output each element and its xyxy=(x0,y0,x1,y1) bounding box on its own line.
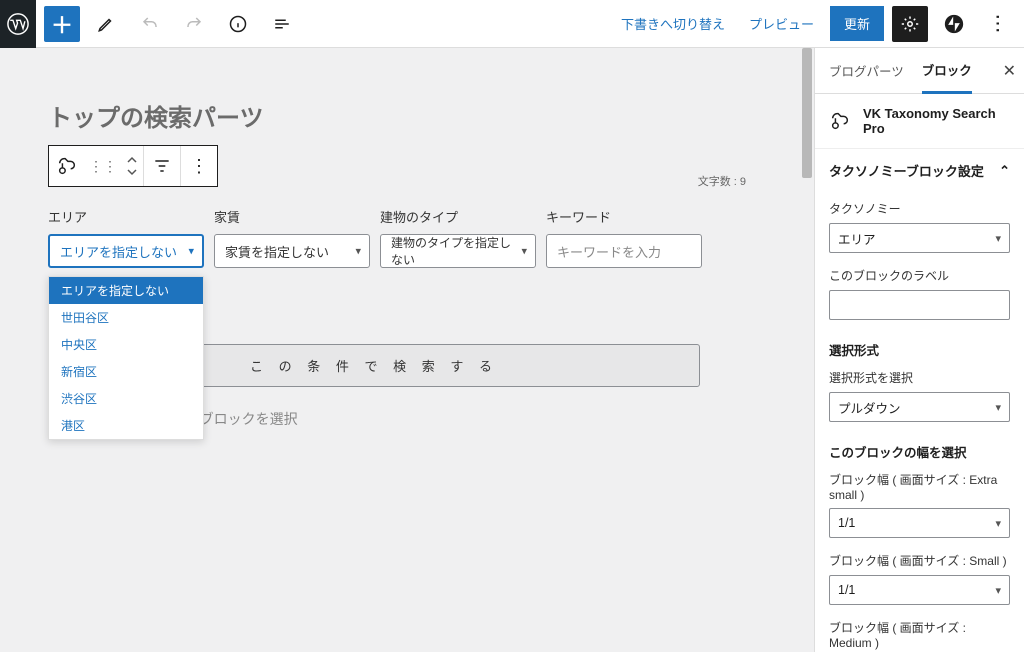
rent-select[interactable]: 家賃を指定しない ▾ xyxy=(214,234,370,268)
top-toolbar: ＋ 下書きへ切り替え プレビュー 更新 ⋯ xyxy=(0,0,1024,48)
redo-button[interactable] xyxy=(176,6,212,42)
tab-block[interactable]: ブロック xyxy=(922,48,972,94)
block-type-button[interactable] xyxy=(49,146,85,186)
taxonomy-select[interactable]: エリア ▾ xyxy=(829,223,1010,253)
block-toolbar: ⋮⋮ ⋮ xyxy=(48,145,218,187)
wordpress-logo[interactable] xyxy=(0,0,36,48)
type-label: 建物のタイプ xyxy=(380,207,536,226)
drag-handle[interactable]: ⋮⋮ xyxy=(85,146,121,186)
area-option[interactable]: 世田谷区 xyxy=(49,304,203,331)
gear-icon xyxy=(901,15,919,33)
width-xs-label: ブロック幅 ( 画面サイズ : Extra small ) xyxy=(829,471,1010,502)
taxonomy-select-value: エリア xyxy=(838,229,876,248)
type-select[interactable]: 建物のタイプを指定しない ▾ xyxy=(380,234,536,268)
pencil-icon xyxy=(97,15,115,33)
width-xs-value: 1/1 xyxy=(838,516,855,530)
select-style-select[interactable]: プルダウン ▾ xyxy=(829,392,1010,422)
kebab-icon: ⋮ xyxy=(190,156,208,177)
width-sm-select[interactable]: 1/1 ▾ xyxy=(829,575,1010,605)
kebab-icon: ⋯ xyxy=(986,14,1011,34)
block-label-label: このブロックのラベル xyxy=(829,267,1010,284)
update-button[interactable]: 更新 xyxy=(830,6,884,41)
close-sidebar-button[interactable]: ✕ xyxy=(1003,61,1016,81)
taxonomy-block-icon xyxy=(56,155,78,177)
move-arrows[interactable] xyxy=(121,146,143,186)
chevron-down-icon: ▾ xyxy=(995,401,1001,414)
character-count: 文字数 : 9 xyxy=(698,173,746,189)
settings-sidebar: ブログパーツ ブロック ✕ VK Taxonomy Search Pro タクソ… xyxy=(815,48,1024,652)
keyword-label: キーワード xyxy=(546,207,702,226)
area-option[interactable]: 新宿区 xyxy=(49,358,203,385)
block-width-header: このブロックの幅を選択 xyxy=(829,442,1010,461)
type-select-value: 建物のタイプを指定しない xyxy=(391,234,511,268)
filter-icon xyxy=(152,156,172,176)
panel-taxonomy-block: タクソノミーブロック設定 ⌃ タクソノミー エリア ▾ このブロックのラベル 選… xyxy=(815,149,1024,652)
area-option[interactable]: エリアを指定しない xyxy=(49,277,203,304)
width-sm-value: 1/1 xyxy=(838,583,855,597)
taxonomy-block-icon xyxy=(829,110,851,132)
editor-canvas: トップの検索パーツ ⋮⋮ ⋮ 文字数 : 9 エリア xyxy=(0,48,815,652)
block-more-button[interactable]: ⋮ xyxy=(181,146,217,186)
area-select-value: エリアを指定しない xyxy=(60,242,177,261)
edit-icon[interactable] xyxy=(88,6,124,42)
rent-select-value: 家賃を指定しない xyxy=(225,242,329,261)
chevron-down-icon: ▾ xyxy=(995,517,1001,530)
select-style-header: 選択形式 xyxy=(829,340,1010,359)
chevron-updown-icon xyxy=(126,155,138,177)
block-name: VK Taxonomy Search Pro xyxy=(863,106,1010,136)
switch-to-draft-link[interactable]: 下書きへ切り替え xyxy=(613,6,733,41)
select-style-value: プルダウン xyxy=(838,398,901,417)
taxonomy-label: タクソノミー xyxy=(829,200,1010,217)
more-options-button[interactable]: ⋯ xyxy=(980,6,1016,42)
add-block-button[interactable]: ＋ xyxy=(44,6,80,42)
outline-icon xyxy=(273,15,291,33)
wordpress-icon xyxy=(7,13,29,35)
chevron-down-icon: ▾ xyxy=(188,245,194,258)
area-dropdown: エリアを指定しない 世田谷区 中央区 新宿区 渋谷区 港区 xyxy=(48,276,204,440)
undo-icon xyxy=(141,15,159,33)
jetpack-icon xyxy=(944,14,964,34)
select-style-label: 選択形式を選択 xyxy=(829,369,1010,386)
chevron-down-icon: ▾ xyxy=(355,245,361,258)
settings-button[interactable] xyxy=(892,6,928,42)
panel-header[interactable]: タクソノミーブロック設定 ⌃ xyxy=(815,149,1024,192)
preview-link[interactable]: プレビュー xyxy=(741,6,822,41)
width-xs-select[interactable]: 1/1 ▾ xyxy=(829,508,1010,538)
sidebar-tabs: ブログパーツ ブロック ✕ xyxy=(815,48,1024,94)
search-form: エリア エリアを指定しない ▾ 家賃 家賃を指定しない ▾ 建物のタイプ 建物の… xyxy=(48,207,766,268)
editor-scrollbar[interactable] xyxy=(802,48,812,652)
keyword-input[interactable]: キーワードを入力 xyxy=(546,234,702,268)
jetpack-button[interactable] xyxy=(936,6,972,42)
panel-title: タクソノミーブロック設定 xyxy=(829,161,984,180)
width-sm-label: ブロック幅 ( 画面サイズ : Small ) xyxy=(829,552,1010,569)
redo-icon xyxy=(185,15,203,33)
chevron-down-icon: ▾ xyxy=(521,245,527,258)
tab-blog-parts[interactable]: ブログパーツ xyxy=(829,48,904,94)
undo-button[interactable] xyxy=(132,6,168,42)
chevron-down-icon: ▾ xyxy=(995,232,1001,245)
block-card: VK Taxonomy Search Pro xyxy=(815,94,1024,149)
area-option[interactable]: 中央区 xyxy=(49,331,203,358)
rent-label: 家賃 xyxy=(214,207,370,226)
area-label: エリア xyxy=(48,207,204,226)
outline-button[interactable] xyxy=(264,6,300,42)
block-label-input[interactable] xyxy=(829,290,1010,320)
area-option[interactable]: 渋谷区 xyxy=(49,385,203,412)
post-title[interactable]: トップの検索パーツ xyxy=(48,98,766,133)
align-button[interactable] xyxy=(144,146,180,186)
area-option[interactable]: 港区 xyxy=(49,412,203,439)
info-icon xyxy=(228,14,248,34)
info-button[interactable] xyxy=(220,6,256,42)
chevron-down-icon: ▾ xyxy=(995,584,1001,597)
chevron-up-icon: ⌃ xyxy=(999,163,1010,179)
width-md-label: ブロック幅 ( 画面サイズ : Medium ) xyxy=(829,619,1010,650)
area-select[interactable]: エリアを指定しない ▾ xyxy=(48,234,204,268)
